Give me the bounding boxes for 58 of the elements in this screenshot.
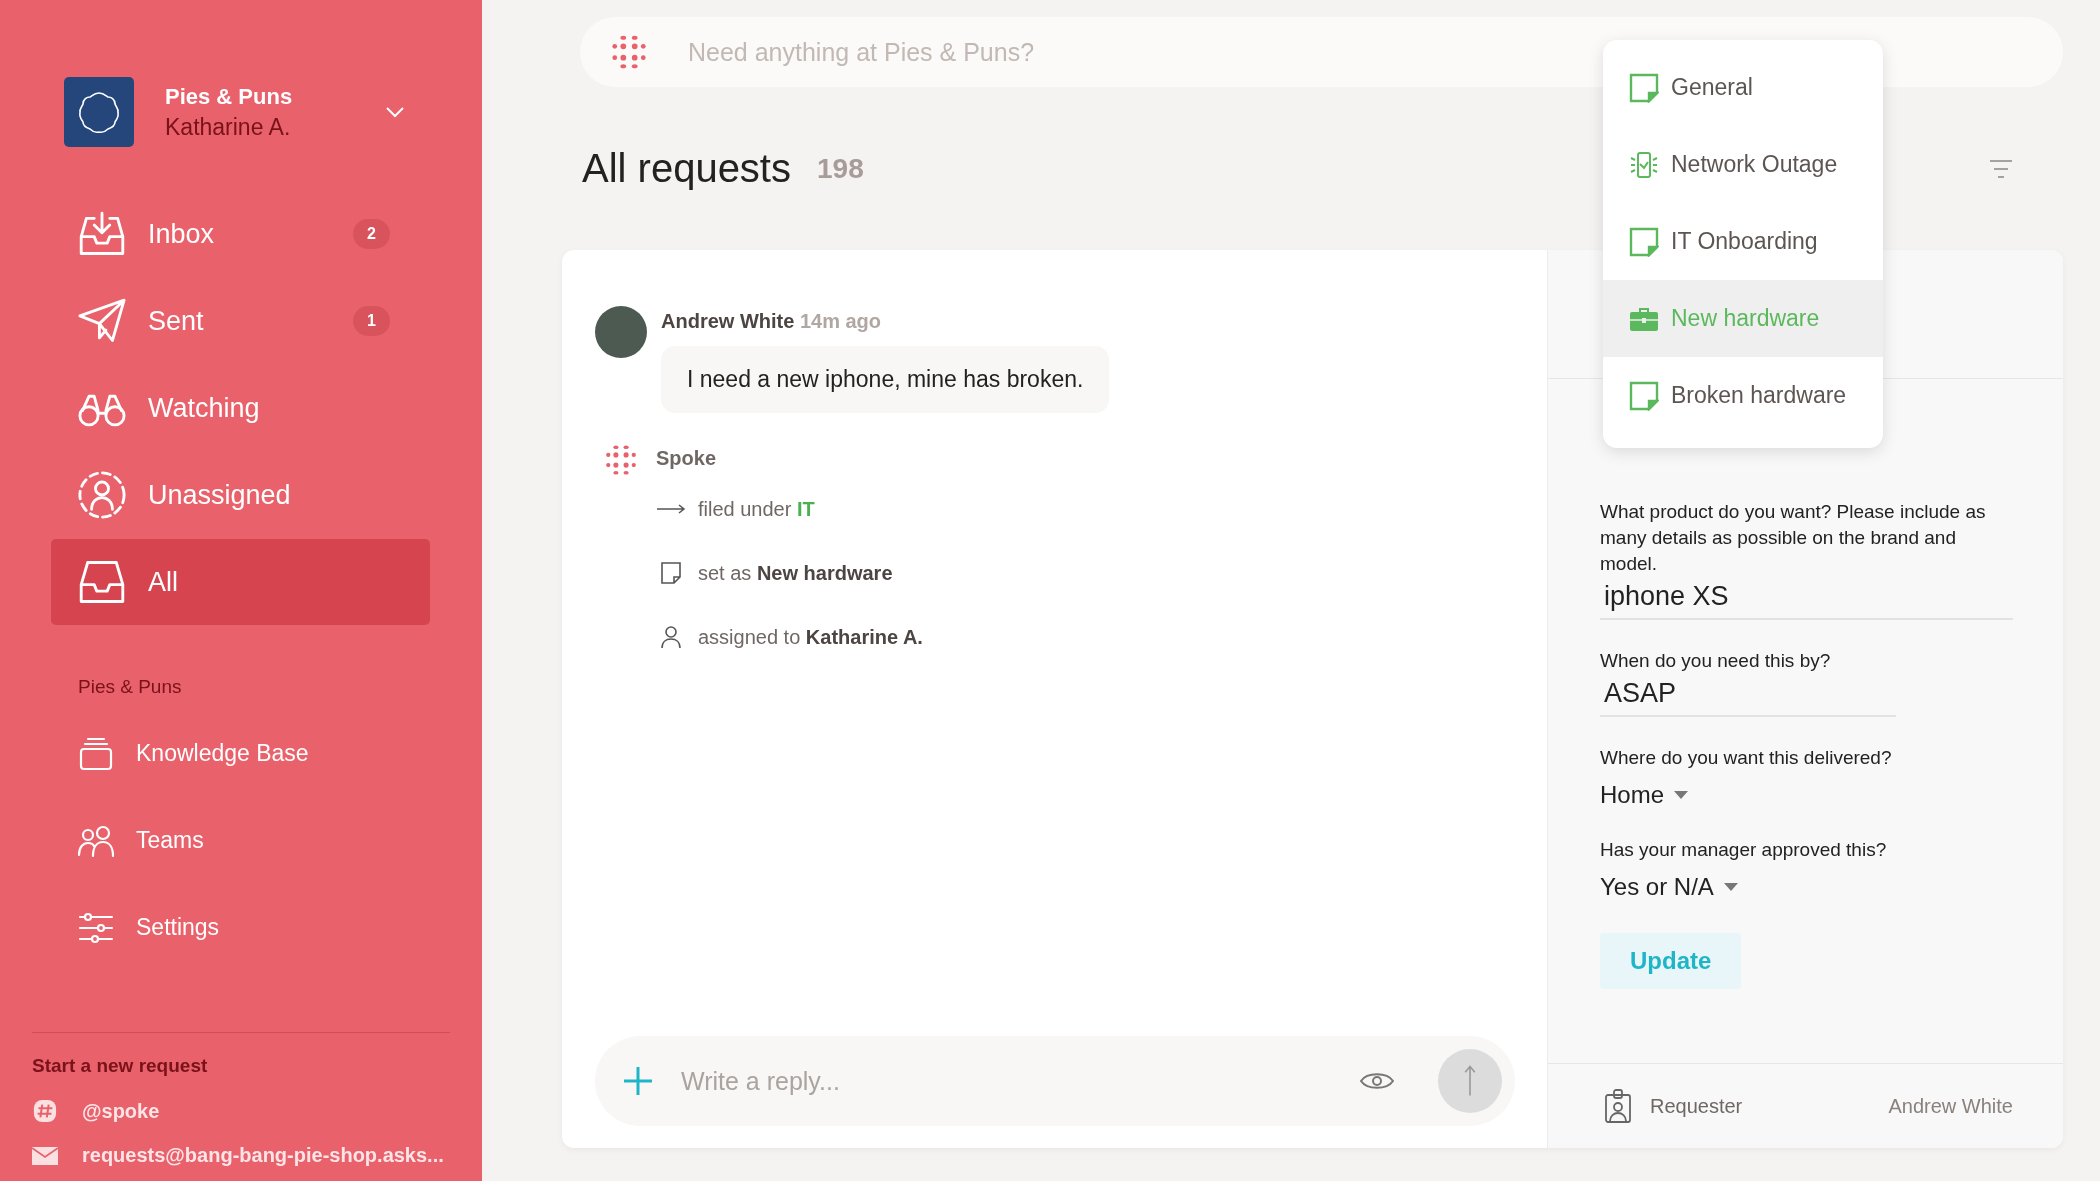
sidebar-link[interactable]: Teams (0, 797, 482, 884)
section-title: Pies & Puns (78, 676, 183, 698)
note-icon (1629, 226, 1659, 257)
count-badge: 1 (353, 306, 390, 336)
menu-item[interactable]: IT Onboarding (1603, 203, 1883, 280)
event-text: filed under IT (698, 497, 815, 521)
sidebar-link[interactable]: Knowledge Base (0, 710, 482, 797)
person-icon (76, 469, 128, 521)
author-name: Spoke (656, 447, 717, 469)
arrow-up-icon (1462, 1064, 1478, 1098)
nav-item[interactable]: Inbox 2 (51, 191, 430, 277)
note-icon (1629, 380, 1659, 411)
workspace-name: Pies & Puns (165, 83, 293, 110)
chevron-down-icon[interactable] (385, 106, 405, 118)
id-badge-icon (1604, 1089, 1632, 1123)
count-badge: 2 (353, 219, 390, 249)
field-label: What product do you want? Please include as many details as possible on the brand and model. (1600, 500, 1987, 576)
phone-signal-icon (1629, 149, 1659, 180)
avatar (595, 306, 647, 358)
nav-item[interactable]: Sent 1 (51, 278, 430, 364)
sidebar-link[interactable]: Settings (0, 884, 482, 971)
author-name: Andrew White (661, 310, 795, 332)
timestamp: 14m ago (799, 310, 882, 332)
dots-logo-icon (604, 443, 638, 477)
event-text: assigned to Katharine A. (698, 625, 923, 649)
menu-item[interactable]: Broken hardware (1603, 357, 1883, 434)
field-label: Where do you want this delivered? (1600, 746, 1893, 770)
field-label: Has your manager approved this? (1600, 838, 1888, 862)
text-field[interactable]: iphone XS (1600, 577, 2013, 620)
filter-icon[interactable] (1989, 158, 2013, 179)
request-count: 198 (817, 152, 864, 185)
channel-link[interactable]: requests@bang-bang-pie-shop.asks... (82, 1143, 444, 1167)
event-text: set as New hardware (698, 561, 893, 585)
text-field[interactable]: ASAP (1600, 674, 1896, 717)
flower-logo-icon (64, 77, 134, 147)
nav-item[interactable]: All (51, 539, 430, 625)
note-icon (1629, 72, 1659, 103)
dropdown[interactable]: Yes or N/A (1600, 863, 2013, 901)
section-title: Start a new request (32, 1055, 209, 1077)
page-title: All requests (582, 146, 791, 191)
channel-link[interactable]: @spoke (82, 1099, 160, 1123)
plus-icon[interactable] (623, 1066, 653, 1096)
hash-icon (32, 1099, 58, 1123)
dropdown[interactable]: Home (1600, 771, 2013, 809)
dots-logo-icon (610, 33, 648, 71)
requester-label: Requester (1650, 1094, 1743, 1118)
caret-icon (1674, 791, 1689, 799)
menu-item[interactable]: Network Outage (1603, 126, 1883, 203)
user-name: Katharine A. (165, 113, 292, 141)
reply-field[interactable]: Write a reply... (595, 1036, 1515, 1126)
nav-item[interactable]: Unassigned (51, 452, 430, 538)
caret-icon (1723, 883, 1738, 891)
field-label: When do you need this by? (1600, 649, 1832, 673)
requester-name: Andrew White (1888, 1094, 2013, 1118)
menu-item[interactable]: New hardware (1603, 280, 1883, 357)
update-button[interactable]: Update (1600, 933, 1742, 989)
nav-item[interactable]: Watching (51, 365, 430, 451)
message-bubble: I need a new iphone, mine has broken. (661, 346, 1110, 413)
